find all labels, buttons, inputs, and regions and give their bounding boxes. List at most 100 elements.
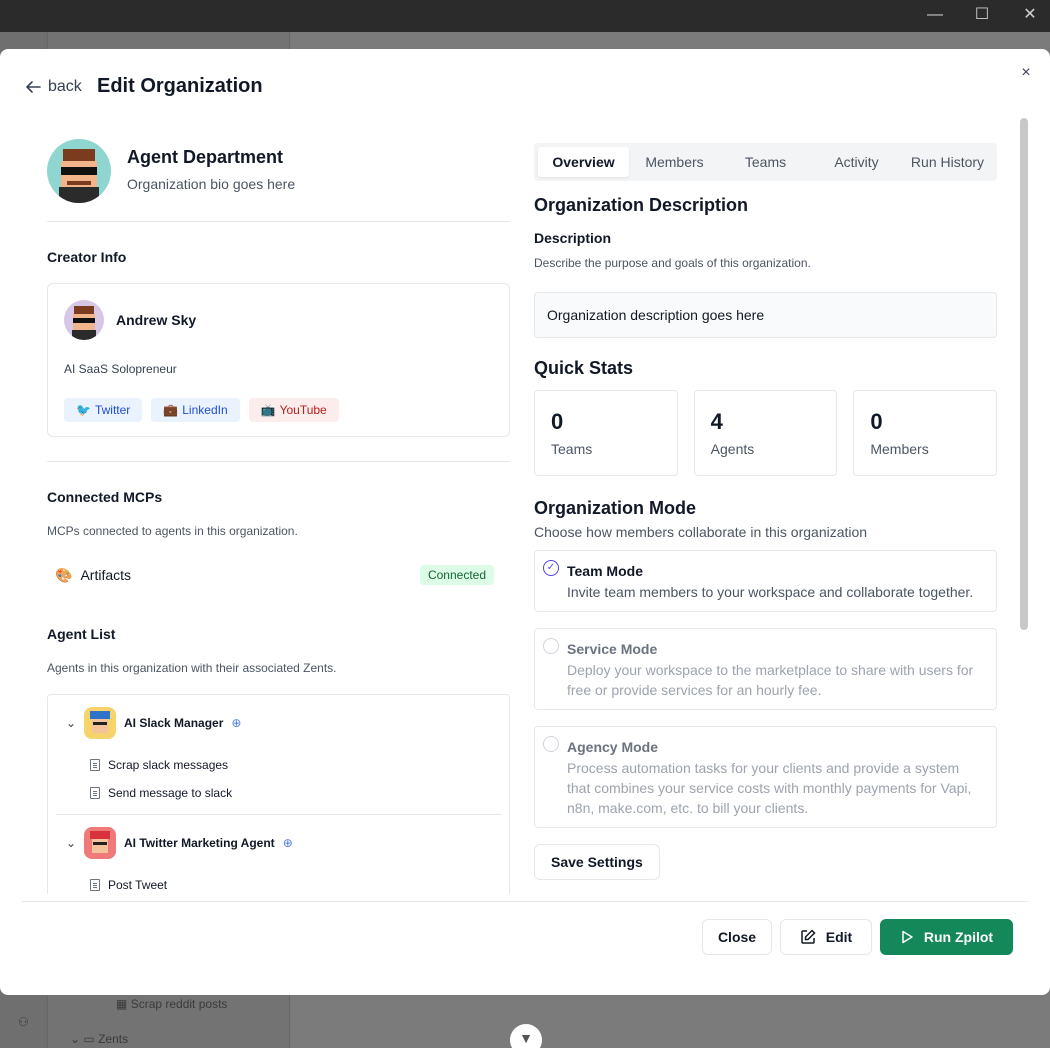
tab-activity[interactable]: Activity [811,147,902,177]
footer-divider [22,901,1028,902]
mode-title: Team Mode [567,563,643,579]
zent-label: Scrap slack messages [108,758,229,772]
folder-icon: ▭ [83,1032,95,1046]
zent-item[interactable]: Send message to slack [56,779,501,807]
palette-icon: 🎨 [55,566,73,583]
tv-icon: 📺 [260,403,276,417]
agent-avatar [84,707,116,739]
tab-run-history[interactable]: Run History [902,147,993,177]
mcp-item: 🎨 Artifacts Connected [47,560,510,590]
briefcase-icon: 💼 [163,403,179,417]
connected-mcps-title: Connected MCPs [47,489,163,505]
linkedin-label: LinkedIn [182,403,228,417]
run-zpilot-button[interactable]: Run Zpilot [880,919,1013,955]
save-settings-button[interactable]: Save Settings [534,844,660,880]
mode-desc: Invite team members to your workspace an… [567,584,974,600]
minimize-button[interactable]: — [920,4,950,26]
left-column: Agent Department Organization bio goes h… [47,139,510,894]
stat-card-agents: 4 Agents [693,390,838,476]
org-avatar [47,139,111,203]
team-mode-option[interactable]: ✓ Team Mode Invite team members to your … [534,550,997,612]
check-icon[interactable]: ✓ [543,560,559,576]
edit-organization-modal: × back Edit Organization Agent Departmen… [0,49,1050,995]
bg-zents-folder[interactable]: ⌄ ▭ Zents [70,1032,128,1046]
maximize-button[interactable]: ☐ [967,4,997,26]
os-titlebar: — ☐ ✕ [0,0,1050,32]
description-help: Describe the purpose and goals of this o… [534,256,811,270]
stat-card-teams: 0 Teams [534,390,678,476]
bird-icon: 🐦 [76,403,91,417]
bg-zent-label: Scrap reddit posts [130,997,228,1011]
tab-bar: Overview Members Teams Activity Run Hist… [534,143,997,181]
globe-icon: ⊕ [231,716,242,730]
description-label: Description [534,230,612,246]
twitter-link[interactable]: 🐦 Twitter [64,398,143,422]
window-close-button[interactable]: ✕ [1015,4,1045,26]
stat-label: Teams [551,441,593,457]
mode-desc: Deploy your workspace to the marketplace… [567,662,974,698]
chevron-down-icon[interactable]: ⌄ [66,716,76,730]
tab-teams[interactable]: Teams [720,147,811,177]
radio-button[interactable] [543,736,559,752]
edit-icon [801,929,816,944]
service-mode-option[interactable]: Service Mode Deploy your workspace to th… [534,628,997,710]
back-button[interactable]: back [24,78,82,96]
creator-name: Andrew Sky [116,312,197,328]
vue-devtools-icon[interactable]: ▼ [510,1024,542,1048]
agent-list: ⌄ AI Slack Manager ⊕ Scrap slack message… [47,694,510,894]
social-links: 🐦 Twitter 💼 LinkedIn 📺 YouTube [64,398,493,422]
right-column: Overview Members Teams Activity Run Hist… [534,143,998,880]
grid-icon: ▦ [116,997,128,1011]
mode-title: Agency Mode [567,739,659,755]
youtube-link[interactable]: 📺 YouTube [248,398,339,422]
org-mode-heading: Organization Mode [534,498,696,518]
agent-row[interactable]: ⌄ AI Twitter Marketing Agent ⊕ [56,815,501,871]
zent-item[interactable]: Post Tweet [56,871,501,894]
edit-button[interactable]: Edit [780,919,872,955]
zent-label: Post Tweet [108,878,168,892]
user-icon[interactable]: ⚇ [18,1015,29,1029]
org-header: Agent Department Organization bio goes h… [47,139,510,222]
creator-card: Andrew Sky AI SaaS Solopreneur 🐦 Twitter … [47,283,510,437]
close-label: Close [717,929,757,945]
status-badge: Connected [419,565,494,585]
tab-overview[interactable]: Overview [538,147,629,177]
document-icon [90,879,100,891]
run-label: Run Zpilot [923,929,994,945]
creator-avatar [64,300,104,340]
radio-button[interactable] [543,638,559,654]
mcp-name: Artifacts [80,567,132,583]
edit-label: Edit [825,929,853,945]
chevron-down-icon: ⌄ [70,1032,81,1046]
stat-value: 4 [710,409,723,434]
stats-row: 0 Teams 4 Agents 0 Members [534,390,998,476]
zent-item[interactable]: Scrap slack messages [56,751,501,779]
globe-icon: ⊕ [282,836,293,850]
org-mode-subtitle: Choose how members collaborate in this o… [534,524,868,540]
connected-mcps-subtitle: MCPs connected to agents in this organiz… [47,524,298,538]
linkedin-link[interactable]: 💼 LinkedIn [151,398,240,422]
org-description-heading: Organization Description [534,195,749,215]
chevron-down-icon[interactable]: ⌄ [66,836,76,850]
description-field[interactable]: Organization description goes here [534,292,997,338]
agent-avatar [84,827,116,859]
org-bio: Organization bio goes here [127,176,296,192]
quick-stats-heading: Quick Stats [534,358,634,378]
close-icon[interactable]: × [1016,63,1036,83]
close-button[interactable]: Close [702,919,772,955]
agent-name: AI Twitter Marketing Agent [124,836,275,850]
stat-value: 0 [870,409,883,434]
arrow-left-icon [25,81,41,93]
stat-value: 0 [551,409,564,434]
tab-members[interactable]: Members [629,147,720,177]
creator-role: AI SaaS Solopreneur [64,362,177,376]
scrollbar[interactable] [1020,118,1028,630]
org-name: Agent Department [127,147,284,167]
creator-info-title: Creator Info [47,249,127,265]
stat-label: Agents [710,441,755,457]
stat-label: Members [870,441,929,457]
agency-mode-option[interactable]: Agency Mode Process automation tasks for… [534,726,997,828]
agent-row[interactable]: ⌄ AI Slack Manager ⊕ [56,695,501,751]
zent-label: Send message to slack [108,786,233,800]
mode-desc: Process automation tasks for your client… [567,760,972,816]
